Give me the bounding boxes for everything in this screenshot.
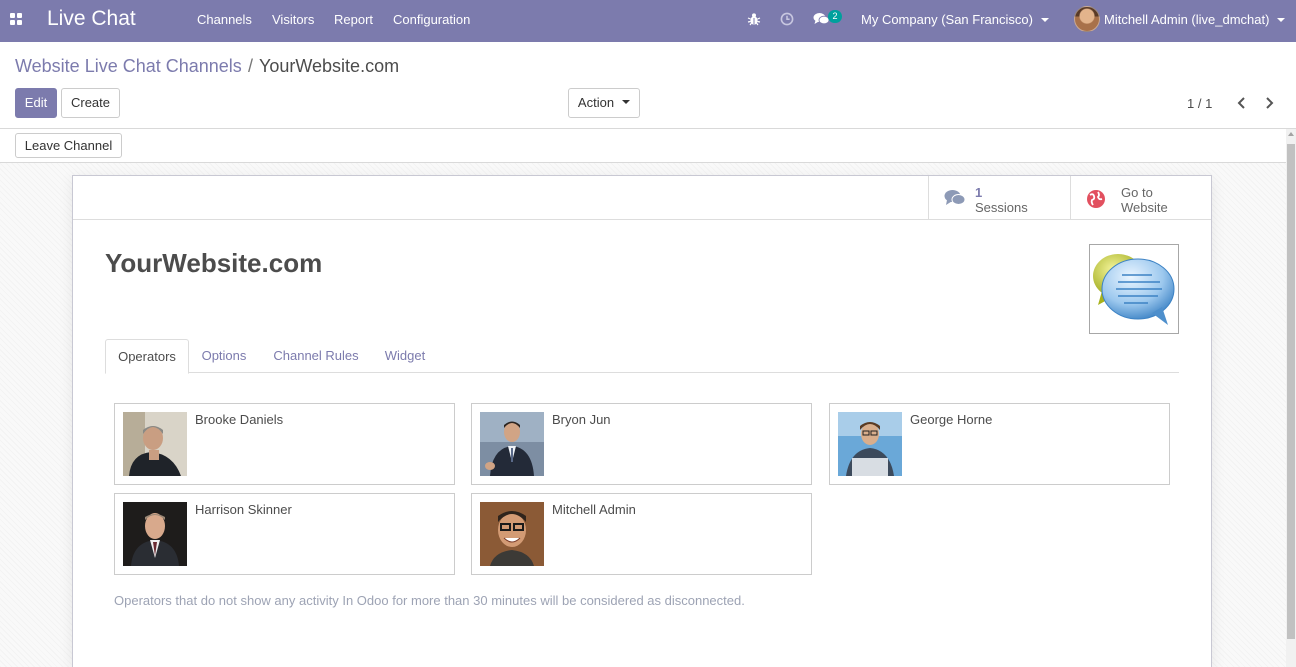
- chevron-left-icon[interactable]: [1233, 94, 1251, 112]
- comments-icon: [944, 190, 966, 205]
- globe-icon: [1087, 190, 1105, 208]
- operator-photo: [480, 502, 544, 566]
- tab-widget[interactable]: Widget: [371, 339, 439, 373]
- menu-configuration[interactable]: Configuration: [393, 12, 470, 27]
- breadcrumb-parent[interactable]: Website Live Chat Channels: [15, 56, 242, 77]
- chevron-down-icon: [622, 100, 631, 104]
- operator-card[interactable]: Mitchell Admin: [471, 493, 812, 575]
- user-name: Mitchell Admin (live_dmchat): [1104, 12, 1270, 27]
- website-button-line2: Website: [1121, 200, 1168, 215]
- operator-name: Brooke Daniels: [195, 412, 284, 427]
- chevron-right-icon[interactable]: [1260, 94, 1278, 112]
- operator-card[interactable]: Bryon Jun: [471, 403, 812, 485]
- operator-card[interactable]: George Horne: [829, 403, 1170, 485]
- action-label: Action: [577, 95, 615, 110]
- breadcrumb-separator: /: [248, 56, 254, 76]
- messages-count-badge: 2: [828, 10, 842, 23]
- apps-grid-icon[interactable]: [10, 13, 22, 25]
- scrollbar-thumb[interactable]: [1287, 144, 1295, 639]
- operator-photo: [838, 412, 902, 476]
- pager-value[interactable]: 1 / 1: [1187, 96, 1212, 111]
- sessions-label: Sessions: [975, 200, 1028, 215]
- operator-photo: [480, 412, 544, 476]
- chat-bubbles-icon: [1093, 254, 1175, 325]
- operator-name: Mitchell Admin: [552, 502, 636, 517]
- operator-card[interactable]: Brooke Daniels: [114, 403, 455, 485]
- chevron-down-icon: [1040, 18, 1049, 22]
- notebook-tabs: Operators Options Channel Rules Widget: [105, 339, 1179, 374]
- operator-name: George Horne: [910, 412, 993, 427]
- company-name: My Company (San Francisco): [861, 12, 1033, 27]
- go-to-website-button[interactable]: Go to Website: [1070, 176, 1212, 219]
- button-box: 1 Sessions Go to Website: [73, 176, 1211, 220]
- scrollbar[interactable]: [1286, 129, 1296, 667]
- tab-options[interactable]: Options: [189, 339, 259, 373]
- tab-channel-rules[interactable]: Channel Rules: [261, 339, 371, 373]
- scroll-up-icon[interactable]: [1288, 132, 1294, 136]
- clock-icon[interactable]: [780, 12, 794, 26]
- sessions-count: 1: [975, 185, 983, 200]
- sessions-stat-button[interactable]: 1 Sessions: [928, 176, 1070, 219]
- operator-photo: [123, 502, 187, 566]
- operator-name: Bryon Jun: [552, 412, 611, 427]
- breadcrumb-current: YourWebsite.com: [259, 56, 400, 76]
- tab-operators[interactable]: Operators: [105, 339, 189, 374]
- menu-report[interactable]: Report: [334, 12, 373, 27]
- control-panel: Website Live Chat Channels / YourWebsite…: [0, 42, 1296, 129]
- menu-channels[interactable]: Channels: [197, 12, 252, 27]
- action-dropdown[interactable]: Action: [568, 88, 640, 118]
- operator-photo: [123, 412, 187, 476]
- record-title: YourWebsite.com: [105, 248, 323, 278]
- company-switcher[interactable]: My Company (San Francisco): [861, 12, 1049, 27]
- form-statusbar: Leave Channel: [0, 129, 1286, 163]
- bug-icon[interactable]: [747, 12, 761, 26]
- create-button[interactable]: Create: [61, 88, 120, 118]
- chevron-down-icon: [1277, 18, 1286, 22]
- user-menu[interactable]: Mitchell Admin (live_dmchat): [1104, 12, 1286, 27]
- app-title[interactable]: Live Chat: [47, 7, 136, 31]
- edit-button[interactable]: Edit: [15, 88, 57, 118]
- operators-help-note: Operators that do not show any activity …: [114, 593, 745, 608]
- leave-channel-button[interactable]: Leave Channel: [15, 133, 122, 158]
- operator-name: Harrison Skinner: [195, 502, 292, 517]
- menu-visitors[interactable]: Visitors: [272, 12, 314, 27]
- channel-image[interactable]: [1089, 244, 1179, 334]
- operator-card[interactable]: Harrison Skinner: [114, 493, 455, 575]
- website-button-line1: Go to: [1121, 185, 1153, 200]
- form-sheet: 1 Sessions Go to Website YourWebsite.com: [72, 175, 1212, 667]
- avatar[interactable]: [1074, 6, 1100, 32]
- main-navbar: Live Chat Channels Visitors Report Confi…: [0, 0, 1296, 42]
